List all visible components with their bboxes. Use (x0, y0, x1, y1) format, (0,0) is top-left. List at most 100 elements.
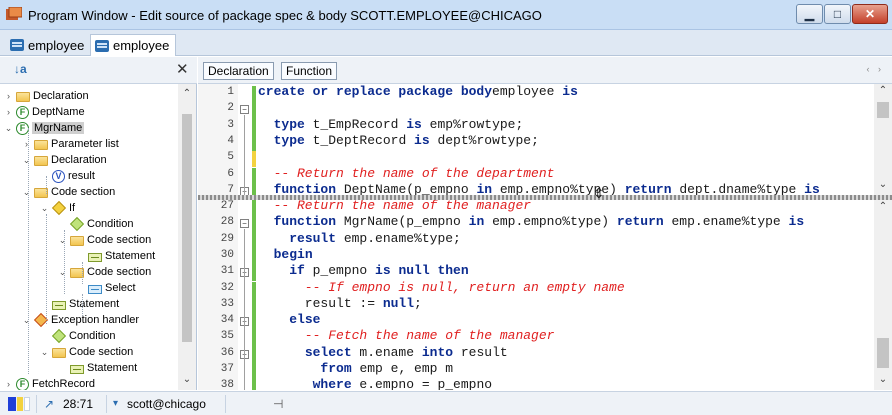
window-title: Program Window - Edit source of package … (28, 8, 542, 23)
fold-toggle-icon[interactable]: − (240, 105, 249, 115)
code-line[interactable]: -- Return the name of the department (258, 166, 874, 181)
code-line[interactable]: create or replace package bodyemployee i… (258, 84, 874, 99)
expand-icon[interactable]: › (22, 139, 31, 149)
keyword-token: in (476, 181, 493, 195)
code-line[interactable]: function DeptName(p_empno in emp.empno%t… (258, 182, 874, 195)
scroll-up-icon[interactable]: ⌃ (874, 85, 892, 96)
code-line[interactable]: type t_DeptRecord is dept%rowtype; (258, 133, 874, 148)
expand-icon[interactable]: › (4, 379, 13, 389)
connection-dropdown-icon[interactable]: ▾ (113, 398, 118, 409)
collapse-icon[interactable]: ⌄ (22, 187, 31, 198)
tree-node-condition[interactable]: Condition (58, 216, 133, 232)
tree-node-select[interactable]: Select (76, 280, 136, 296)
pin-icon[interactable]: ⊣ (273, 397, 283, 411)
scroll-down-icon[interactable]: ⌄ (178, 374, 196, 385)
maximize-icon: □ (833, 7, 842, 21)
line-gutter (198, 200, 238, 390)
keyword-token: begin (273, 246, 313, 262)
code-line[interactable]: -- Return the name of the manager (258, 200, 874, 213)
tree-node-code-section[interactable]: ⌄ Code section (58, 264, 151, 280)
comment-token: -- Fetch the name of the manager (258, 328, 555, 344)
tree-node-exception-handler[interactable]: ⌄ Exception handler (22, 312, 139, 328)
statement-icon (70, 364, 84, 374)
nav-function-button[interactable]: Function (281, 62, 338, 80)
scroll-thumb[interactable] (182, 114, 192, 342)
tree-node-label: Parameter list (51, 138, 119, 150)
tab-employee-spec[interactable]: employee (6, 34, 90, 56)
nav-declaration-button[interactable]: Declaration (203, 62, 274, 80)
code-token: emp e, emp m (351, 361, 454, 376)
statement-icon (52, 300, 66, 310)
code-line[interactable]: type t_EmpRecord is emp%rowtype; (258, 117, 874, 132)
tab-label: employee (28, 37, 85, 53)
close-icon: ✕ (864, 7, 876, 21)
tab-employee-body[interactable]: employee (90, 34, 177, 56)
code-line[interactable]: if p_empno is null then (258, 263, 874, 278)
code-token: emp%rowtype; (421, 116, 524, 132)
code-line[interactable]: -- If empno is null, return an empty nam… (258, 280, 874, 295)
code-line[interactable]: from emp e, emp m (258, 361, 874, 376)
tree-node-declaration[interactable]: › Declaration (4, 88, 89, 104)
sort-alpha-icon[interactable]: ↓a (14, 62, 27, 76)
code-line[interactable]: else (258, 312, 874, 327)
tree-node-deptname[interactable]: › F DeptName (4, 104, 85, 120)
tree-node-mgrname[interactable]: ⌄ F MgrName (4, 120, 85, 136)
expand-icon[interactable]: › (4, 91, 13, 101)
tree-node-declaration[interactable]: ⌄ Declaration (22, 152, 107, 168)
nav-arrows-icon[interactable]: ‹ › (867, 64, 885, 74)
code-line[interactable]: function MgrName(p_empno in emp.empno%ty… (258, 214, 874, 229)
code-line[interactable]: where e.empno = p_empno (258, 377, 874, 390)
variable-icon: V (52, 169, 65, 183)
scroll-down-icon[interactable]: ⌄ (874, 374, 892, 385)
tree-node-parameter-list[interactable]: › Parameter list (22, 136, 119, 152)
connection-label[interactable]: scott@chicago (127, 397, 206, 411)
editor-bottom-pane[interactable]: ⌃ ⌄ 27 -- Return the name of the manager… (198, 200, 892, 390)
close-button[interactable]: ✕ (852, 4, 888, 24)
changed-line-marker (252, 102, 256, 119)
scroll-thumb[interactable] (877, 102, 889, 118)
code-line[interactable]: result := null; (258, 296, 874, 311)
collapse-icon[interactable]: ⌄ (58, 235, 67, 246)
tree-node-statement[interactable]: Statement (76, 248, 155, 264)
code-line[interactable]: -- Fetch the name of the manager (258, 328, 874, 343)
fold-toggle-icon[interactable]: − (240, 219, 249, 229)
tree-node-statement[interactable]: Statement (58, 360, 137, 376)
changed-line-marker (252, 265, 256, 282)
top-pane-scrollbar[interactable]: ⌃ ⌄ (874, 84, 892, 195)
collapse-icon[interactable]: ⌄ (58, 267, 67, 278)
tree-node-condition[interactable]: Condition (40, 328, 115, 344)
tree-node-code-section[interactable]: ⌄ Code section (58, 232, 151, 248)
minimize-button[interactable]: ▁ (796, 4, 823, 24)
line-number: 36 (220, 346, 234, 359)
keyword-token: return (616, 214, 664, 230)
scroll-thumb[interactable] (877, 338, 889, 368)
maximize-button[interactable]: □ (824, 4, 851, 24)
tree-node-statement[interactable]: Statement (40, 296, 119, 312)
collapse-icon[interactable]: ⌄ (4, 123, 13, 134)
close-panel-icon[interactable]: ✕ (176, 60, 189, 78)
code-line[interactable]: select m.ename into result (258, 345, 874, 360)
code-token: result (453, 344, 508, 360)
scroll-up-icon[interactable]: ⌃ (178, 88, 196, 99)
editor-top-pane[interactable]: ⌃ ⌄ 1 create or replace package bodyemplo… (198, 84, 892, 195)
collapse-icon[interactable]: ⌄ (40, 347, 49, 358)
bottom-pane-scrollbar[interactable]: ⌃ ⌄ (874, 200, 892, 390)
scroll-up-icon[interactable]: ⌃ (874, 201, 892, 212)
expand-icon[interactable]: › (4, 107, 13, 117)
tree-node-code-section[interactable]: ⌄ Code section (22, 184, 115, 200)
collapse-icon[interactable]: ⌄ (22, 315, 31, 326)
code-token: emp.empno%type) (484, 214, 617, 230)
tree-node-code-section[interactable]: ⌄ Code section (40, 344, 133, 360)
code-line[interactable]: begin (258, 247, 874, 262)
code-token: emp.ename%type (663, 214, 789, 230)
scroll-down-icon[interactable]: ⌄ (874, 179, 892, 190)
collapse-icon[interactable]: ⌄ (22, 155, 31, 166)
condition-icon (51, 328, 67, 344)
collapse-icon[interactable]: ⌄ (40, 203, 49, 214)
tree-node-result[interactable]: Vresult (40, 168, 95, 184)
tree-scrollbar[interactable]: ⌃ ⌄ (178, 84, 196, 390)
code-line[interactable]: result emp.ename%type; (258, 231, 874, 246)
tree-node-fetchrecord[interactable]: › F FetchRecord (4, 376, 95, 390)
